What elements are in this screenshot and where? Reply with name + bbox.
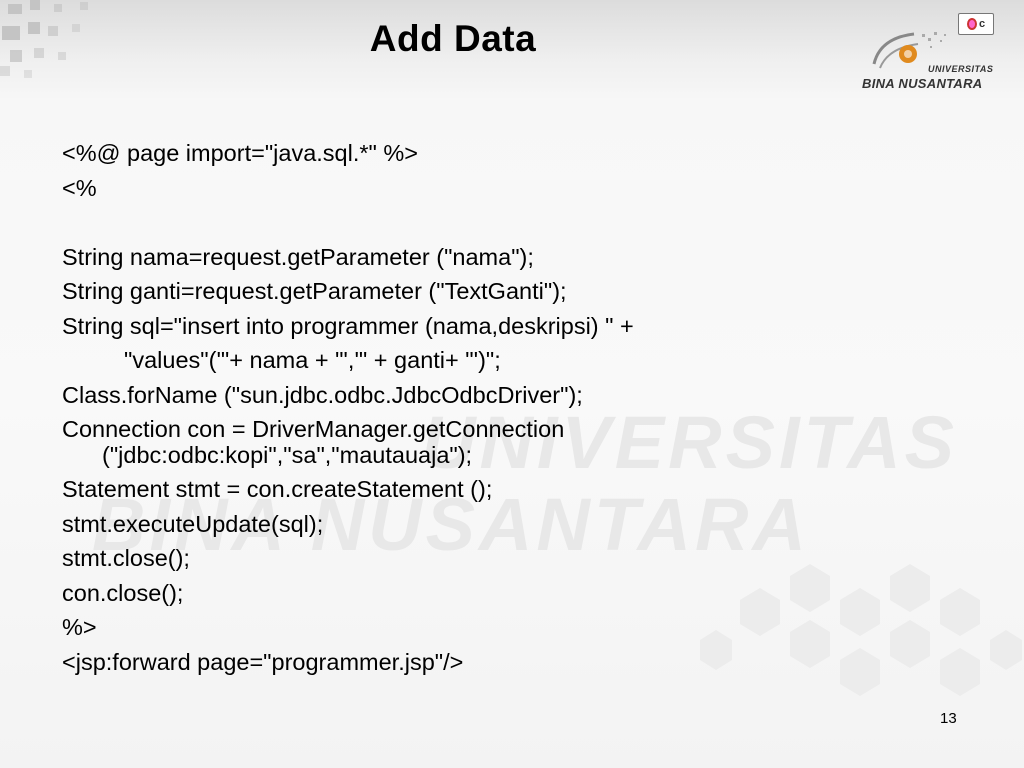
- logo-university-label: UNIVERSITAS: [928, 64, 994, 74]
- code-line: %>: [62, 614, 97, 640]
- slide-title: Add Data: [369, 18, 537, 59]
- badge-disc-icon: [966, 18, 977, 30]
- code-line: Class.forName ("sun.jdbc.odbc.JdbcOdbcDr…: [62, 381, 583, 408]
- code-line: Connection con = DriverManager.getConnec…: [62, 416, 565, 442]
- badge-letter: c: [978, 17, 986, 30]
- code-line: <%: [62, 174, 97, 201]
- code-line: stmt.close();: [62, 545, 190, 571]
- code-line: "values"('"+ nama + "','" + ganti+ "')";: [124, 347, 501, 373]
- code-line: String ganti=request.getParameter ("Text…: [62, 278, 567, 304]
- code-line: String nama=request.getParameter ("nama"…: [62, 243, 534, 270]
- university-logo: c UNIVERSITAS BINA NUSANTARA: [858, 10, 1008, 92]
- code-body: <%@ page import="java.sql.*" %> <% Strin…: [62, 136, 942, 679]
- code-line: String sql="insert into programmer (nama…: [62, 312, 634, 339]
- code-line: <%@ page import="java.sql.*" %>: [62, 140, 419, 166]
- code-line: con.close();: [62, 579, 184, 606]
- logo-name: BINA NUSANTARA: [862, 76, 983, 91]
- code-line: Statement stmt = con.createStatement ();: [62, 476, 493, 502]
- page-number: 13: [940, 710, 957, 727]
- code-line: <jsp:forward page="programmer.jsp"/>: [62, 648, 464, 675]
- cd-badge-icon: c: [958, 13, 994, 35]
- code-line: stmt.executeUpdate(sql);: [62, 510, 324, 537]
- code-line: ("jdbc:odbc:kopi","sa","mautauaja");: [102, 442, 473, 468]
